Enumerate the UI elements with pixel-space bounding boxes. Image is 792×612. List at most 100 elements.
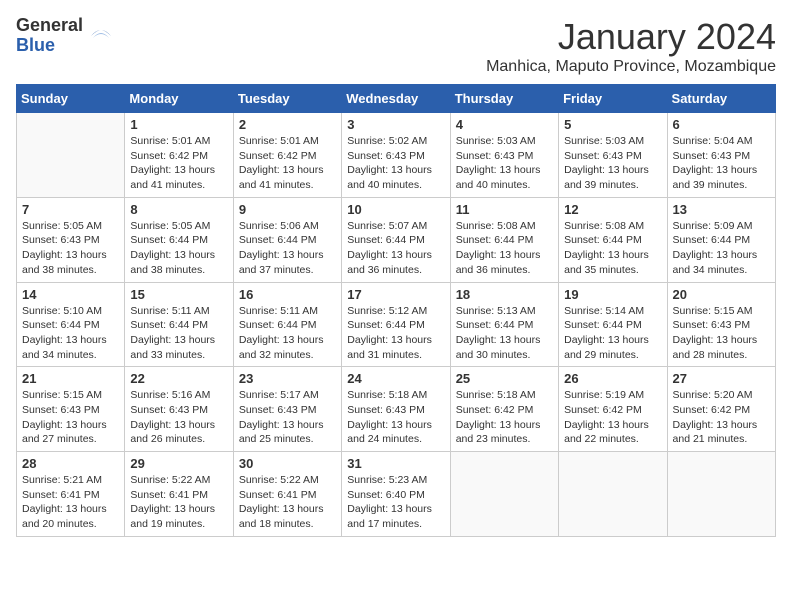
daylight-label: Daylight: 13 hoursand 17 minutes. xyxy=(347,503,432,530)
daylight-label: Daylight: 13 hoursand 25 minutes. xyxy=(239,419,324,446)
day-number: 18 xyxy=(456,287,553,302)
calendar-cell: 9 Sunrise: 5:06 AM Sunset: 6:44 PM Dayli… xyxy=(233,197,341,282)
day-number: 2 xyxy=(239,117,336,132)
location-title: Manhica, Maputo Province, Mozambique xyxy=(486,58,776,76)
sunset-label: Sunset: 6:43 PM xyxy=(347,150,425,162)
sunset-label: Sunset: 6:44 PM xyxy=(564,234,642,246)
daylight-label: Daylight: 13 hoursand 18 minutes. xyxy=(239,503,324,530)
calendar-cell: 15 Sunrise: 5:11 AM Sunset: 6:44 PM Dayl… xyxy=(125,282,233,367)
calendar-cell: 29 Sunrise: 5:22 AM Sunset: 6:41 PM Dayl… xyxy=(125,452,233,537)
sunset-label: Sunset: 6:43 PM xyxy=(456,150,534,162)
daylight-label: Daylight: 13 hoursand 27 minutes. xyxy=(22,419,107,446)
daylight-label: Daylight: 13 hoursand 23 minutes. xyxy=(456,419,541,446)
daylight-label: Daylight: 13 hoursand 20 minutes. xyxy=(22,503,107,530)
day-number: 29 xyxy=(130,456,227,471)
day-number: 4 xyxy=(456,117,553,132)
sunrise-label: Sunrise: 5:20 AM xyxy=(673,389,753,401)
day-info: Sunrise: 5:05 AM Sunset: 6:44 PM Dayligh… xyxy=(130,219,227,278)
calendar-cell: 22 Sunrise: 5:16 AM Sunset: 6:43 PM Dayl… xyxy=(125,367,233,452)
calendar-cell: 1 Sunrise: 5:01 AM Sunset: 6:42 PM Dayli… xyxy=(125,113,233,198)
sunset-label: Sunset: 6:40 PM xyxy=(347,489,425,501)
sunset-label: Sunset: 6:44 PM xyxy=(130,319,208,331)
sunset-label: Sunset: 6:41 PM xyxy=(22,489,100,501)
day-info: Sunrise: 5:15 AM Sunset: 6:43 PM Dayligh… xyxy=(673,304,770,363)
day-info: Sunrise: 5:21 AM Sunset: 6:41 PM Dayligh… xyxy=(22,473,119,532)
day-number: 28 xyxy=(22,456,119,471)
daylight-label: Daylight: 13 hoursand 40 minutes. xyxy=(347,164,432,191)
calendar-cell: 16 Sunrise: 5:11 AM Sunset: 6:44 PM Dayl… xyxy=(233,282,341,367)
daylight-label: Daylight: 13 hoursand 38 minutes. xyxy=(130,249,215,276)
day-number: 5 xyxy=(564,117,661,132)
calendar-cell: 10 Sunrise: 5:07 AM Sunset: 6:44 PM Dayl… xyxy=(342,197,450,282)
sunset-label: Sunset: 6:43 PM xyxy=(564,150,642,162)
day-number: 7 xyxy=(22,202,119,217)
sunrise-label: Sunrise: 5:10 AM xyxy=(22,305,102,317)
day-number: 31 xyxy=(347,456,444,471)
sunrise-label: Sunrise: 5:17 AM xyxy=(239,389,319,401)
sunrise-label: Sunrise: 5:16 AM xyxy=(130,389,210,401)
day-info: Sunrise: 5:03 AM Sunset: 6:43 PM Dayligh… xyxy=(564,134,661,193)
daylight-label: Daylight: 13 hoursand 30 minutes. xyxy=(456,334,541,361)
day-info: Sunrise: 5:09 AM Sunset: 6:44 PM Dayligh… xyxy=(673,219,770,278)
sunrise-label: Sunrise: 5:02 AM xyxy=(347,135,427,147)
sunset-label: Sunset: 6:41 PM xyxy=(130,489,208,501)
day-number: 25 xyxy=(456,371,553,386)
sunset-label: Sunset: 6:44 PM xyxy=(130,234,208,246)
day-info: Sunrise: 5:12 AM Sunset: 6:44 PM Dayligh… xyxy=(347,304,444,363)
day-info: Sunrise: 5:06 AM Sunset: 6:44 PM Dayligh… xyxy=(239,219,336,278)
sunrise-label: Sunrise: 5:06 AM xyxy=(239,220,319,232)
calendar-cell: 17 Sunrise: 5:12 AM Sunset: 6:44 PM Dayl… xyxy=(342,282,450,367)
sunset-label: Sunset: 6:44 PM xyxy=(456,319,534,331)
sunrise-label: Sunrise: 5:09 AM xyxy=(673,220,753,232)
day-number: 6 xyxy=(673,117,770,132)
sunrise-label: Sunrise: 5:21 AM xyxy=(22,474,102,486)
daylight-label: Daylight: 13 hoursand 39 minutes. xyxy=(564,164,649,191)
weekday-header-tuesday: Tuesday xyxy=(233,85,341,113)
calendar-cell xyxy=(450,452,558,537)
weekday-header-wednesday: Wednesday xyxy=(342,85,450,113)
day-info: Sunrise: 5:11 AM Sunset: 6:44 PM Dayligh… xyxy=(130,304,227,363)
day-info: Sunrise: 5:23 AM Sunset: 6:40 PM Dayligh… xyxy=(347,473,444,532)
daylight-label: Daylight: 13 hoursand 35 minutes. xyxy=(564,249,649,276)
sunrise-label: Sunrise: 5:15 AM xyxy=(673,305,753,317)
sunrise-label: Sunrise: 5:04 AM xyxy=(673,135,753,147)
sunrise-label: Sunrise: 5:15 AM xyxy=(22,389,102,401)
calendar-week-row: 1 Sunrise: 5:01 AM Sunset: 6:42 PM Dayli… xyxy=(17,113,776,198)
calendar-cell: 21 Sunrise: 5:15 AM Sunset: 6:43 PM Dayl… xyxy=(17,367,125,452)
calendar-cell: 31 Sunrise: 5:23 AM Sunset: 6:40 PM Dayl… xyxy=(342,452,450,537)
daylight-label: Daylight: 13 hoursand 33 minutes. xyxy=(130,334,215,361)
day-info: Sunrise: 5:04 AM Sunset: 6:43 PM Dayligh… xyxy=(673,134,770,193)
sunset-label: Sunset: 6:44 PM xyxy=(239,234,317,246)
logo: General Blue xyxy=(16,16,115,56)
calendar-cell: 13 Sunrise: 5:09 AM Sunset: 6:44 PM Dayl… xyxy=(667,197,775,282)
calendar-cell: 11 Sunrise: 5:08 AM Sunset: 6:44 PM Dayl… xyxy=(450,197,558,282)
daylight-label: Daylight: 13 hoursand 34 minutes. xyxy=(22,334,107,361)
sunrise-label: Sunrise: 5:05 AM xyxy=(22,220,102,232)
sunrise-label: Sunrise: 5:18 AM xyxy=(456,389,536,401)
sunrise-label: Sunrise: 5:07 AM xyxy=(347,220,427,232)
calendar-cell: 26 Sunrise: 5:19 AM Sunset: 6:42 PM Dayl… xyxy=(559,367,667,452)
daylight-label: Daylight: 13 hoursand 28 minutes. xyxy=(673,334,758,361)
calendar-week-row: 7 Sunrise: 5:05 AM Sunset: 6:43 PM Dayli… xyxy=(17,197,776,282)
sunset-label: Sunset: 6:43 PM xyxy=(130,404,208,416)
weekday-header-monday: Monday xyxy=(125,85,233,113)
day-number: 1 xyxy=(130,117,227,132)
daylight-label: Daylight: 13 hoursand 36 minutes. xyxy=(456,249,541,276)
calendar-cell xyxy=(667,452,775,537)
daylight-label: Daylight: 13 hoursand 40 minutes. xyxy=(456,164,541,191)
daylight-label: Daylight: 13 hoursand 31 minutes. xyxy=(347,334,432,361)
daylight-label: Daylight: 13 hoursand 41 minutes. xyxy=(239,164,324,191)
sunrise-label: Sunrise: 5:22 AM xyxy=(239,474,319,486)
day-number: 3 xyxy=(347,117,444,132)
logo-blue: Blue xyxy=(16,36,83,56)
sunset-label: Sunset: 6:44 PM xyxy=(347,319,425,331)
sunrise-label: Sunrise: 5:03 AM xyxy=(564,135,644,147)
day-info: Sunrise: 5:10 AM Sunset: 6:44 PM Dayligh… xyxy=(22,304,119,363)
daylight-label: Daylight: 13 hoursand 41 minutes. xyxy=(130,164,215,191)
daylight-label: Daylight: 13 hoursand 22 minutes. xyxy=(564,419,649,446)
sunrise-label: Sunrise: 5:22 AM xyxy=(130,474,210,486)
sunrise-label: Sunrise: 5:11 AM xyxy=(130,305,209,317)
weekday-header-saturday: Saturday xyxy=(667,85,775,113)
calendar-cell: 3 Sunrise: 5:02 AM Sunset: 6:43 PM Dayli… xyxy=(342,113,450,198)
sunrise-label: Sunrise: 5:01 AM xyxy=(130,135,210,147)
